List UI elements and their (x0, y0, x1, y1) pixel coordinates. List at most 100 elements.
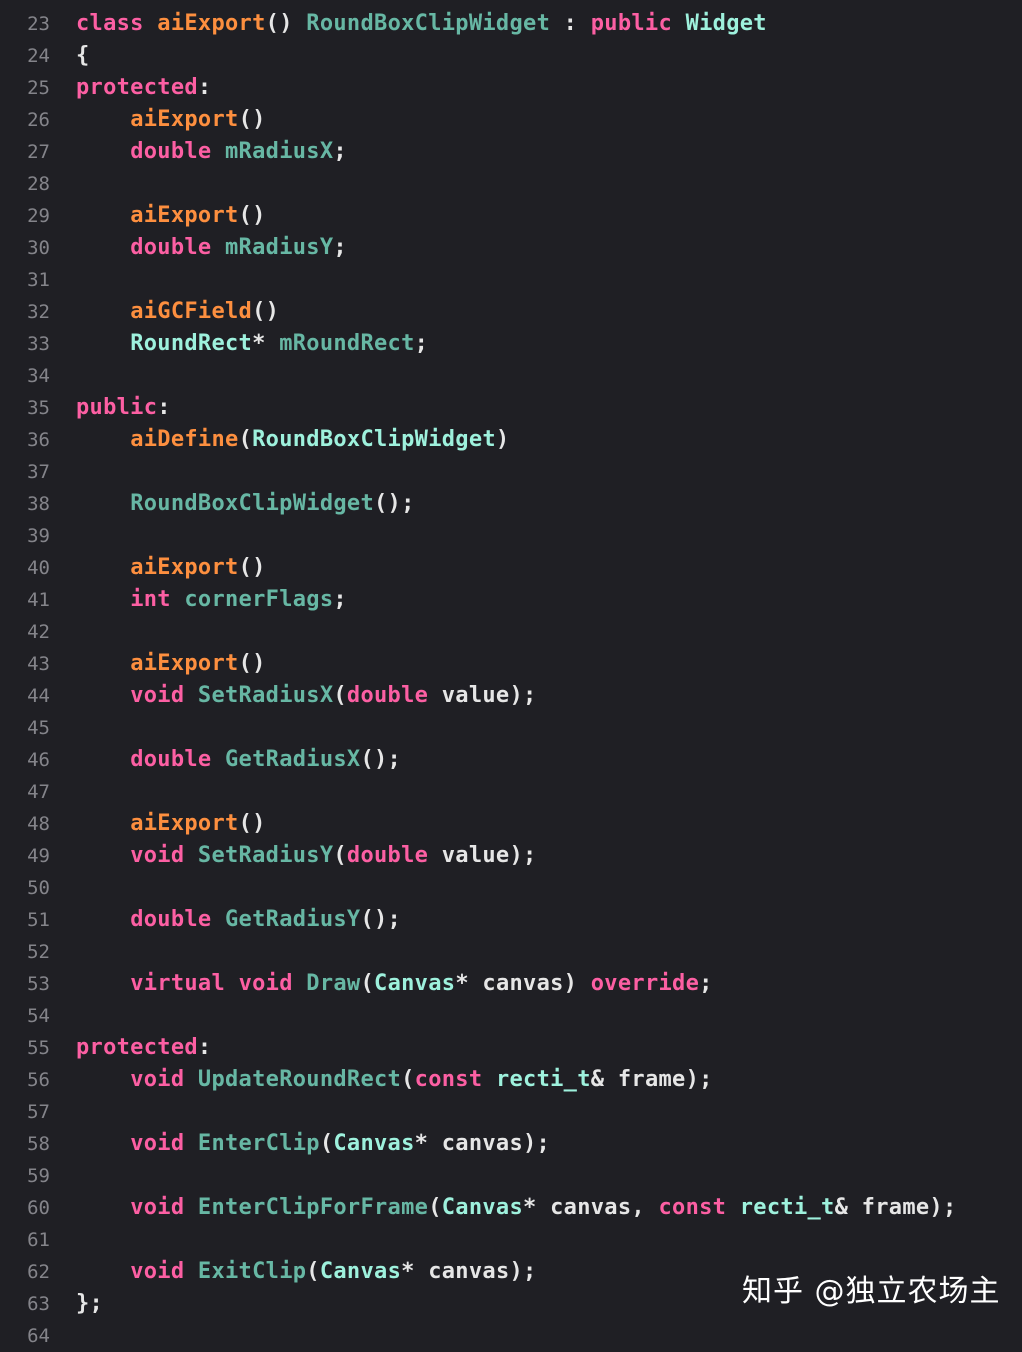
watermark-text: 知乎 @独立农场主 (742, 1274, 1001, 1309)
code-text: class aiExport() RoundBoxClipWidget : pu… (76, 8, 767, 40)
code-line[interactable]: 64 (0, 1320, 1022, 1352)
code-line[interactable]: 58 void EnterClip(Canvas* canvas); (0, 1128, 1022, 1160)
code-line[interactable]: 33 RoundRect* mRoundRect; (0, 328, 1022, 360)
code-text: }; (76, 1288, 103, 1320)
code-token: (); (374, 491, 415, 516)
code-token: aiExport (130, 203, 239, 228)
code-line[interactable]: 35 public: (0, 392, 1022, 424)
code-line[interactable]: 55 protected: (0, 1032, 1022, 1064)
code-line[interactable]: 36 aiDefine(RoundBoxClipWidget) (0, 424, 1022, 456)
code-line[interactable]: 42 (0, 616, 1022, 648)
code-token: value); (428, 683, 537, 708)
code-token: * canvas); (401, 1259, 537, 1284)
line-number: 57 (27, 1101, 50, 1123)
code-token: * (252, 331, 280, 356)
code-line[interactable]: 27 double mRadiusX; (0, 136, 1022, 168)
code-text: aiGCField() (76, 296, 279, 328)
code-token: protected (76, 75, 198, 100)
code-line[interactable]: 23 class aiExport() RoundBoxClipWidget : … (0, 8, 1022, 40)
code-token: Widget (685, 11, 767, 36)
code-line[interactable]: 61 (0, 1224, 1022, 1256)
code-token: public (590, 11, 673, 36)
code-line[interactable]: 53 virtual void Draw(Canvas* canvas) ove… (0, 968, 1022, 1000)
code-line[interactable]: 43 aiExport() (0, 648, 1022, 680)
code-token: () (238, 811, 266, 836)
line-number: 29 (27, 205, 50, 227)
code-line[interactable]: 32 aiGCField() (0, 296, 1022, 328)
code-line[interactable]: 44 void SetRadiusX(double value); (0, 680, 1022, 712)
code-line[interactable]: 40 aiExport() (0, 552, 1022, 584)
code-line[interactable]: 37 (0, 456, 1022, 488)
line-number: 25 (27, 77, 50, 99)
code-line[interactable]: 47 (0, 776, 1022, 808)
code-line[interactable]: 60 void EnterClipForFrame(Canvas* canvas… (0, 1192, 1022, 1224)
code-token: EnterClipForFrame (197, 1195, 429, 1220)
code-token: double (130, 747, 212, 772)
code-token: value); (428, 843, 537, 868)
code-token: void (130, 1067, 185, 1092)
line-number: 40 (27, 557, 50, 579)
code-token: * canvas); (414, 1131, 551, 1156)
code-token: public (76, 395, 158, 420)
code-token: () (238, 107, 266, 132)
code-line[interactable]: 51 double GetRadiusY(); (0, 904, 1022, 936)
code-line[interactable]: 24 { (0, 40, 1022, 72)
code-line[interactable]: 41 int cornerFlags; (0, 584, 1022, 616)
code-token: void (238, 971, 293, 996)
code-line[interactable]: 57 (0, 1096, 1022, 1128)
code-text: protected: (76, 72, 211, 104)
code-line[interactable]: 31 (0, 264, 1022, 296)
code-token: { (76, 43, 90, 68)
code-token: double (346, 843, 429, 868)
line-number: 23 (27, 13, 50, 35)
code-token: aiExport (130, 811, 239, 836)
code-token: & frame); (834, 1195, 957, 1220)
line-number: 49 (27, 845, 50, 867)
code-text: int cornerFlags; (76, 584, 347, 616)
code-line[interactable]: 30 double mRadiusY; (0, 232, 1022, 264)
code-line[interactable]: 59 (0, 1160, 1022, 1192)
line-number: 38 (27, 493, 50, 515)
code-line[interactable]: 34 (0, 360, 1022, 392)
code-editor[interactable]: 23 class aiExport() RoundBoxClipWidget : … (0, 0, 1022, 1347)
code-line[interactable]: 28 (0, 168, 1022, 200)
code-line[interactable]: 38 RoundBoxClipWidget(); (0, 488, 1022, 520)
code-line[interactable]: 39 (0, 520, 1022, 552)
code-line[interactable]: 50 (0, 872, 1022, 904)
line-number: 24 (27, 45, 50, 67)
code-token: const (414, 1067, 483, 1092)
code-token: UpdateRoundRect (197, 1067, 402, 1092)
code-line[interactable]: 49 void SetRadiusY(double value); (0, 840, 1022, 872)
code-token: void (130, 683, 185, 708)
code-token: ( (238, 427, 253, 452)
code-line[interactable]: 52 (0, 936, 1022, 968)
line-number: 26 (27, 109, 50, 131)
line-number: 54 (27, 1005, 50, 1027)
code-token: : (550, 11, 591, 36)
line-number: 37 (27, 461, 50, 483)
code-line[interactable]: 25 protected: (0, 72, 1022, 104)
line-number: 42 (27, 621, 50, 643)
code-line[interactable]: 56 void UpdateRoundRect(const recti_t& f… (0, 1064, 1022, 1096)
code-line[interactable]: 46 double GetRadiusX(); (0, 744, 1022, 776)
code-token: void (130, 1131, 185, 1156)
code-line[interactable]: 45 (0, 712, 1022, 744)
code-line[interactable]: 48 aiExport() (0, 808, 1022, 840)
code-line[interactable]: 54 (0, 1000, 1022, 1032)
code-line[interactable]: 26 aiExport() (0, 104, 1022, 136)
code-line[interactable]: 29 aiExport() (0, 200, 1022, 232)
